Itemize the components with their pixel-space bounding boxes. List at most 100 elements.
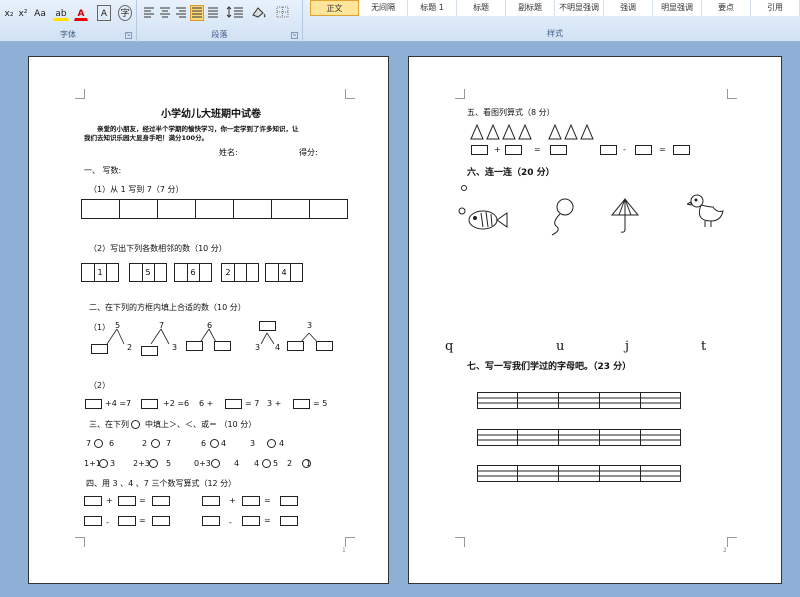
formula-box[interactable] [600, 145, 617, 155]
style-label: 无间隔 [371, 3, 396, 12]
enclose-characters-button[interactable]: 字 [118, 5, 132, 21]
compare-number: 2+3 [133, 459, 150, 468]
page-number: 1 [342, 547, 346, 554]
triangle-icon [548, 123, 562, 140]
formula-box[interactable] [505, 145, 522, 155]
compare-circle[interactable] [99, 459, 108, 468]
style-subtle-emphasis[interactable]: 不明显强调 [555, 0, 605, 16]
styles-group-label: 样式 [547, 29, 563, 38]
formula-box[interactable] [242, 516, 260, 526]
style-label: 标题 [473, 3, 490, 12]
margin-mark [727, 537, 737, 547]
compare-circle[interactable] [262, 459, 271, 468]
formula-box[interactable] [152, 516, 170, 526]
formula-operator: - [106, 518, 109, 527]
style-label: 正文 [326, 4, 343, 13]
letter-u: u [556, 339, 565, 354]
align-left-icon[interactable] [142, 5, 156, 21]
document-page-1[interactable]: 小学幼儿大班期中试卷 亲爱的小朋友，经过半个学期的愉快学习，你一定学到了许多知识… [28, 56, 389, 584]
compare-circle-icon [131, 420, 140, 429]
compare-number: 2 [287, 459, 293, 468]
question-3-heading: 三、在下列 [89, 420, 129, 429]
formula-box[interactable] [84, 516, 102, 526]
highlight-button[interactable]: ab [53, 5, 69, 21]
handwriting-grid[interactable] [477, 392, 682, 517]
style-no-spacing[interactable]: 无间隔 [359, 0, 409, 16]
superscript-button[interactable]: x² [16, 5, 30, 21]
style-label: 不明显强调 [559, 3, 600, 12]
equation-text: 3 + [267, 399, 282, 408]
formula-operator: = [139, 516, 146, 525]
triangle-icon [502, 123, 516, 140]
formula-box[interactable] [280, 516, 298, 526]
compare-number: 6 [201, 439, 207, 448]
compare-circle[interactable] [94, 439, 103, 448]
shading-icon[interactable] [249, 5, 269, 21]
document-page-2[interactable]: 五、看图列算式（8 分） + = - = 六、连一连（20 分） q u j t… [408, 56, 782, 584]
align-center-icon[interactable] [158, 5, 172, 21]
formula-box[interactable] [118, 516, 136, 526]
formula-box[interactable] [202, 496, 220, 506]
split-part-box[interactable] [316, 341, 333, 351]
letter-j: j [625, 339, 630, 354]
split-part-box[interactable] [91, 344, 108, 354]
formula-operator: - [623, 145, 626, 154]
equation-box[interactable] [293, 399, 310, 409]
align-right-icon[interactable] [174, 5, 188, 21]
formula-operator: - [229, 518, 232, 527]
equation-text: 6 + [199, 399, 214, 408]
formula-box[interactable] [84, 496, 102, 506]
formula-box[interactable] [202, 516, 220, 526]
split-top: 6 [207, 321, 213, 330]
formula-box[interactable] [550, 145, 567, 155]
formula-box[interactable] [635, 145, 652, 155]
equation-text: +4 =7 [105, 399, 132, 408]
style-normal[interactable]: 正文 [310, 0, 360, 16]
paragraph-dialog-launcher-icon[interactable]: ↘ [291, 32, 298, 39]
formula-box[interactable] [242, 496, 260, 506]
style-quote[interactable]: 引用 [751, 0, 800, 16]
compare-circle[interactable] [267, 439, 276, 448]
formula-operator: + [494, 145, 501, 154]
equation-box[interactable] [141, 399, 158, 409]
style-subtitle[interactable]: 副标题 [506, 0, 556, 16]
equation-box[interactable] [85, 399, 102, 409]
formula-box[interactable] [673, 145, 690, 155]
compare-circle[interactable] [210, 439, 219, 448]
style-intense-emphasis[interactable]: 明显强调 [653, 0, 703, 16]
formula-box[interactable] [152, 496, 170, 506]
style-label: 要点 [718, 3, 735, 12]
compare-number: 4 [254, 459, 260, 468]
margin-mark [727, 89, 737, 99]
font-dialog-launcher-icon[interactable]: ↘ [125, 32, 132, 39]
fish-icon [458, 207, 508, 230]
style-emphasis[interactable]: 强调 [604, 0, 654, 16]
formula-box[interactable] [118, 496, 136, 506]
question-3-tail: 中填上＞、＜、或＝ （10 分） [145, 420, 257, 429]
style-title[interactable]: 标题 [457, 0, 507, 16]
phonetic-guide-button[interactable]: A [97, 5, 111, 21]
formula-box[interactable] [471, 145, 488, 155]
compare-circle[interactable] [149, 459, 158, 468]
borders-icon[interactable] [273, 5, 293, 21]
split-part-box[interactable] [214, 341, 231, 351]
split-top: 5 [115, 321, 121, 330]
subscript-button[interactable]: x₂ [2, 5, 16, 21]
line-spacing-icon[interactable] [225, 5, 245, 21]
compare-circle[interactable] [151, 439, 160, 448]
question-5-heading: 五、看图列算式（8 分） [467, 108, 555, 117]
style-heading-1[interactable]: 标题 1 [408, 0, 458, 16]
equation-box[interactable] [225, 399, 242, 409]
compare-circle[interactable] [211, 459, 220, 468]
justify-icon[interactable] [190, 5, 204, 21]
split-part-box[interactable] [186, 341, 203, 351]
formula-box[interactable] [280, 496, 298, 506]
change-case-button[interactable]: Aa [31, 5, 49, 21]
font-color-button[interactable]: A [74, 5, 88, 21]
split-top-box[interactable] [259, 321, 276, 331]
style-strong[interactable]: 要点 [702, 0, 752, 16]
styles-gallery: 正文 无间隔 标题 1 标题 副标题 不明显强调 强调 明显强调 要点 引用 [310, 0, 800, 16]
split-part-box[interactable] [287, 341, 304, 351]
split-part-box[interactable] [141, 346, 158, 356]
distributed-icon[interactable] [206, 5, 220, 21]
